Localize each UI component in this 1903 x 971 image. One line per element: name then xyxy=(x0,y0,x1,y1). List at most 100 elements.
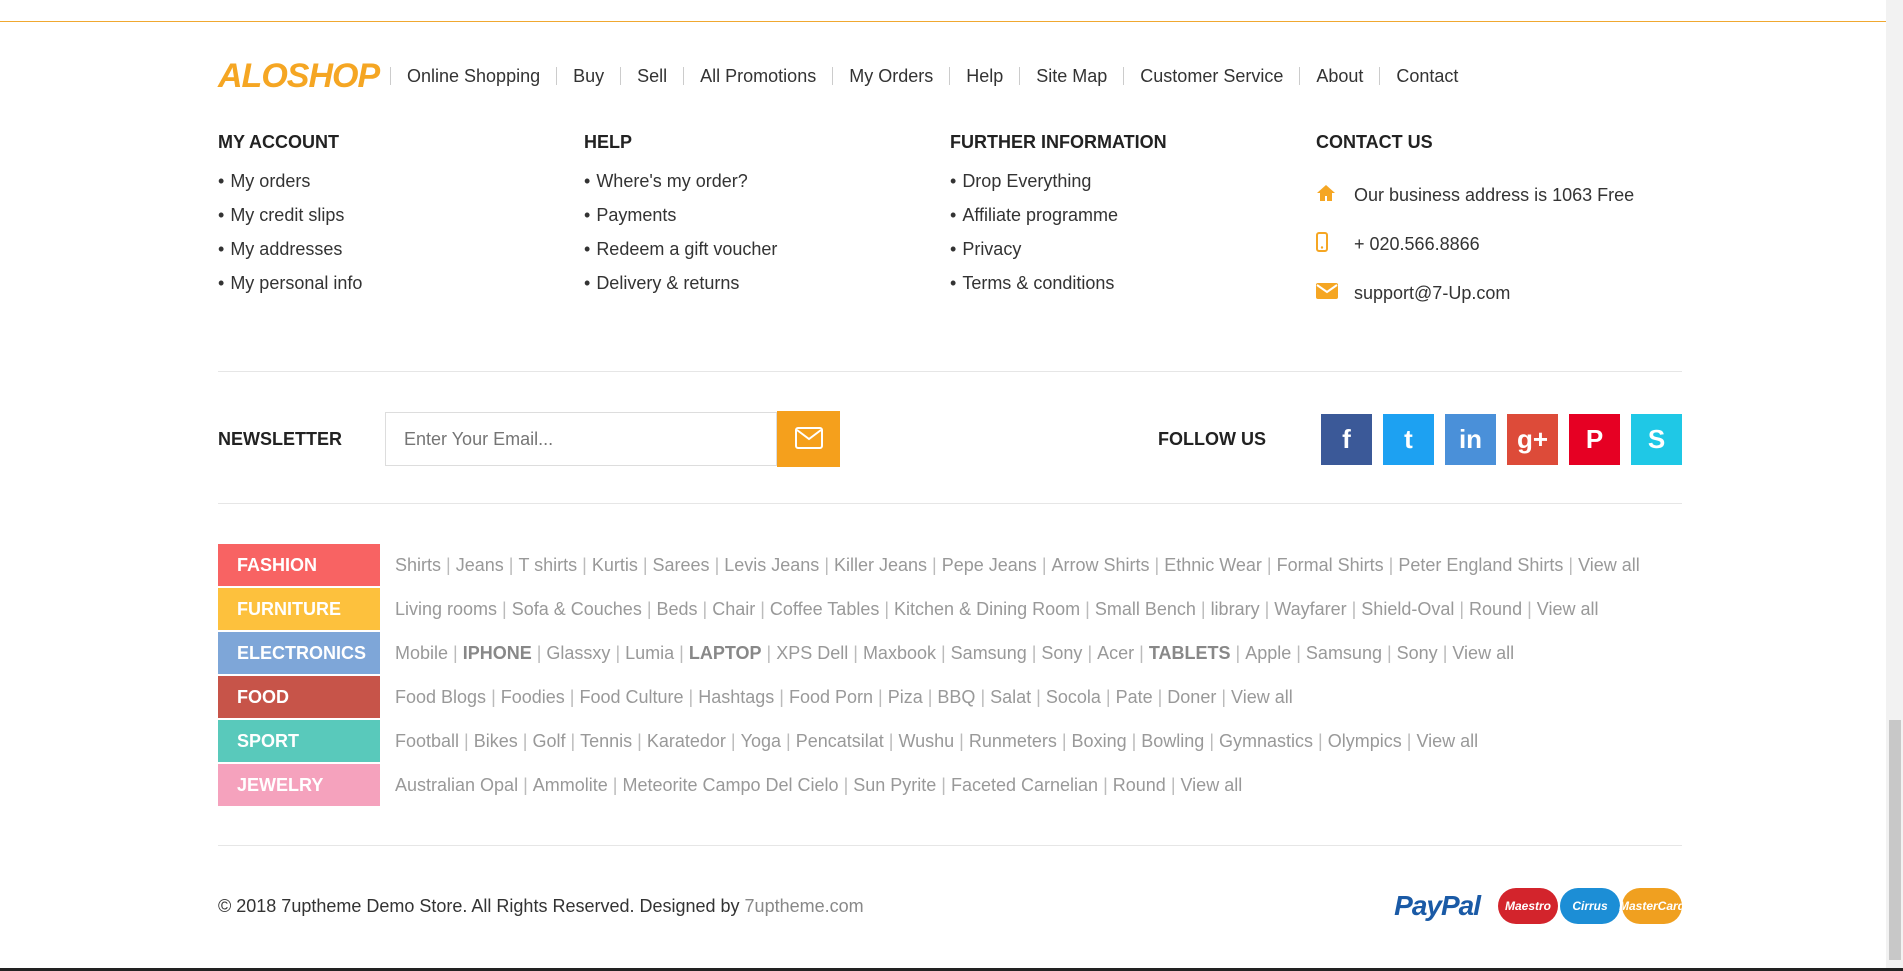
skype-icon[interactable]: S xyxy=(1631,413,1682,465)
category-link[interactable]: Mobile xyxy=(395,643,448,663)
column-link[interactable]: Where's my order? xyxy=(584,171,950,205)
column-link[interactable]: Drop Everything xyxy=(950,171,1316,205)
category-link[interactable]: Apple xyxy=(1245,643,1291,663)
column-link[interactable]: My credit slips xyxy=(218,205,584,239)
category-link[interactable]: Food Porn xyxy=(789,687,873,707)
newsletter-email-input[interactable] xyxy=(385,412,777,466)
nav-link[interactable]: Online Shopping xyxy=(390,67,556,85)
category-link[interactable]: Sony xyxy=(1041,643,1082,663)
category-link[interactable]: View all xyxy=(1181,775,1243,795)
linkedin-icon[interactable]: in xyxy=(1445,413,1496,465)
category-link[interactable]: Wushu xyxy=(898,731,954,751)
category-link[interactable]: Levis Jeans xyxy=(724,555,819,575)
facebook-icon[interactable]: f xyxy=(1321,413,1372,465)
category-link[interactable]: Pate xyxy=(1116,687,1153,707)
category-link[interactable]: Bikes xyxy=(474,731,518,751)
category-link[interactable]: Kitchen & Dining Room xyxy=(894,599,1080,619)
category-tag[interactable]: FOOD xyxy=(218,676,380,718)
nav-link[interactable]: Site Map xyxy=(1019,67,1123,85)
nav-link[interactable]: Sell xyxy=(620,67,683,85)
category-link[interactable]: Food Blogs xyxy=(395,687,486,707)
category-tag[interactable]: FASHION xyxy=(218,544,380,586)
category-link[interactable]: Arrow Shirts xyxy=(1052,555,1150,575)
category-link[interactable]: Killer Jeans xyxy=(834,555,927,575)
category-link[interactable]: Socola xyxy=(1046,687,1101,707)
category-link[interactable]: Peter England Shirts xyxy=(1398,555,1563,575)
category-link[interactable]: Wayfarer xyxy=(1274,599,1346,619)
category-link[interactable]: Small Bench xyxy=(1095,599,1196,619)
category-link[interactable]: Golf xyxy=(532,731,565,751)
category-link[interactable]: Gymnastics xyxy=(1219,731,1313,751)
nav-link[interactable]: All Promotions xyxy=(683,67,832,85)
column-link[interactable]: Affiliate programme xyxy=(950,205,1316,239)
category-link[interactable]: Hashtags xyxy=(698,687,774,707)
category-link[interactable]: Beds xyxy=(657,599,698,619)
category-link[interactable]: Ethnic Wear xyxy=(1164,555,1262,575)
category-link[interactable]: Ammolite xyxy=(533,775,608,795)
nav-link[interactable]: Contact xyxy=(1379,67,1474,85)
category-link[interactable]: Formal Shirts xyxy=(1277,555,1384,575)
category-link[interactable]: Foodies xyxy=(501,687,565,707)
category-link[interactable]: View all xyxy=(1416,731,1478,751)
logo[interactable]: ALOSHOP xyxy=(218,57,390,96)
category-link[interactable]: Bowling xyxy=(1141,731,1204,751)
column-link[interactable]: My orders xyxy=(218,171,584,205)
category-link[interactable]: Samsung xyxy=(1306,643,1382,663)
category-link[interactable]: View all xyxy=(1537,599,1599,619)
category-link[interactable]: T shirts xyxy=(518,555,577,575)
category-link[interactable]: Samsung xyxy=(951,643,1027,663)
category-link[interactable]: Olympics xyxy=(1328,731,1402,751)
category-link[interactable]: Sarees xyxy=(653,555,710,575)
category-link[interactable]: Shield-Oval xyxy=(1361,599,1454,619)
column-link[interactable]: My addresses xyxy=(218,239,584,273)
category-link[interactable]: Tennis xyxy=(580,731,632,751)
category-link[interactable]: TABLETS xyxy=(1149,643,1231,663)
category-link[interactable]: library xyxy=(1211,599,1260,619)
category-link[interactable]: BBQ xyxy=(937,687,975,707)
category-link[interactable]: LAPTOP xyxy=(689,643,762,663)
category-link[interactable]: Australian Opal xyxy=(395,775,518,795)
column-link[interactable]: Redeem a gift voucher xyxy=(584,239,950,273)
category-link[interactable]: Acer xyxy=(1097,643,1134,663)
category-tag[interactable]: FURNITURE xyxy=(218,588,380,630)
scrollbar[interactable] xyxy=(1886,0,1903,971)
column-link[interactable]: Delivery & returns xyxy=(584,273,950,307)
category-link[interactable]: Meteorite Campo Del Cielo xyxy=(622,775,838,795)
category-link[interactable]: XPS Dell xyxy=(776,643,848,663)
scrollbar-thumb[interactable] xyxy=(1889,720,1901,960)
category-link[interactable]: Doner xyxy=(1167,687,1216,707)
category-link[interactable]: Living rooms xyxy=(395,599,497,619)
nav-link[interactable]: My Orders xyxy=(832,67,949,85)
category-link[interactable]: Food Culture xyxy=(579,687,683,707)
category-link[interactable]: Faceted Carnelian xyxy=(951,775,1098,795)
designer-link[interactable]: 7uptheme.com xyxy=(745,896,864,916)
nav-link[interactable]: Customer Service xyxy=(1123,67,1299,85)
category-link[interactable]: View all xyxy=(1231,687,1293,707)
category-link[interactable]: Lumia xyxy=(625,643,674,663)
category-link[interactable]: Sofa & Couches xyxy=(512,599,642,619)
category-link[interactable]: Football xyxy=(395,731,459,751)
category-link[interactable]: Runmeters xyxy=(969,731,1057,751)
newsletter-submit-button[interactable] xyxy=(777,411,840,467)
nav-link[interactable]: Buy xyxy=(556,67,620,85)
category-link[interactable]: View all xyxy=(1452,643,1514,663)
category-link[interactable]: Pencatsilat xyxy=(796,731,884,751)
category-link[interactable]: Coffee Tables xyxy=(770,599,879,619)
category-link[interactable]: Yoga xyxy=(741,731,781,751)
google-plus-icon[interactable]: g+ xyxy=(1507,413,1558,465)
category-link[interactable]: Sun Pyrite xyxy=(853,775,936,795)
category-link[interactable]: Salat xyxy=(990,687,1031,707)
column-link[interactable]: My personal info xyxy=(218,273,584,307)
category-link[interactable]: Jeans xyxy=(456,555,504,575)
category-tag[interactable]: ELECTRONICS xyxy=(218,632,380,674)
column-link[interactable]: Terms & conditions xyxy=(950,273,1316,307)
category-link[interactable]: Chair xyxy=(712,599,755,619)
category-link[interactable]: Sony xyxy=(1397,643,1438,663)
twitter-icon[interactable]: t xyxy=(1383,413,1434,465)
category-link[interactable]: Pepe Jeans xyxy=(942,555,1037,575)
nav-link[interactable]: Help xyxy=(949,67,1019,85)
category-link[interactable]: Kurtis xyxy=(592,555,638,575)
category-link[interactable]: View all xyxy=(1578,555,1640,575)
nav-link[interactable]: About xyxy=(1299,67,1379,85)
category-link[interactable]: Piza xyxy=(888,687,923,707)
